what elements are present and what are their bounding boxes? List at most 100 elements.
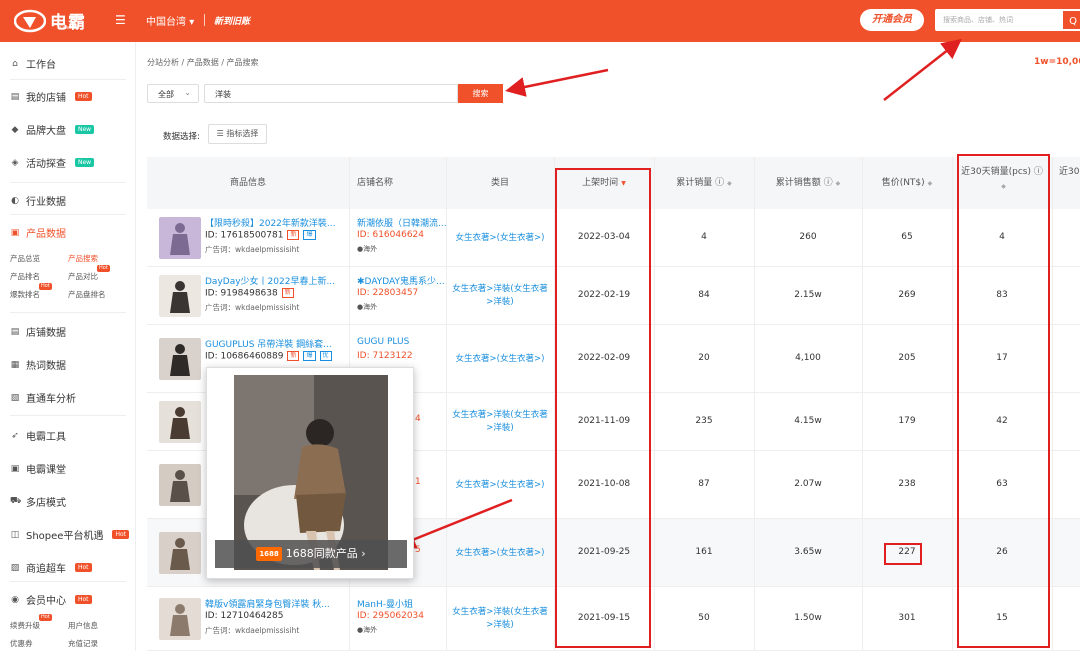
column-divider bbox=[862, 157, 863, 651]
sidebar-subitem-badge: Hot bbox=[39, 283, 52, 290]
store-name-link[interactable]: 新潮依服（日韓潮流... bbox=[357, 216, 447, 229]
region-select[interactable]: 中国台湾 ▾ bbox=[146, 13, 194, 28]
sidebar-item-11[interactable]: ⛟ 多店模式 bbox=[10, 494, 66, 509]
rocket-icon: ➶ bbox=[11, 430, 19, 441]
sidebar-item-14[interactable]: ◉ 会员中心 Hot bbox=[10, 592, 92, 607]
sort-icon[interactable]: ◆ bbox=[928, 180, 933, 187]
product-name-link[interactable]: DayDay少女丨2022早春上新... bbox=[205, 274, 337, 287]
product-thumbnail[interactable] bbox=[159, 217, 201, 259]
header-category: 类目 bbox=[490, 178, 509, 188]
category-link[interactable]: 女生衣著>(女生衣著>) bbox=[450, 353, 550, 366]
category-link[interactable]: 女生衣著>洋裝(女生衣著>洋裝) bbox=[450, 409, 550, 435]
store-name-link[interactable]: ManH-曼小姐 bbox=[357, 597, 447, 610]
class-icon: ▣ bbox=[10, 463, 20, 474]
metric-select-button[interactable]: ☰ 指标选择 bbox=[208, 124, 267, 144]
header-total-revenue[interactable]: 累计销售额 ⓘ ◆ bbox=[754, 157, 862, 209]
sidebar-item-10[interactable]: ▣ 电霸课堂 bbox=[10, 461, 66, 477]
category-link[interactable]: 女生衣著>(女生衣著>) bbox=[450, 547, 550, 560]
sidebar-item-8[interactable]: ▧ 直通车分析 bbox=[10, 390, 76, 406]
search-button[interactable]: 搜索 bbox=[458, 84, 503, 103]
shop-data-icon: ▤ bbox=[10, 326, 20, 337]
sidebar-item-0[interactable]: ⌂ 工作台 bbox=[10, 56, 56, 72]
sidebar-subitem[interactable]: 产品排名 bbox=[10, 271, 40, 282]
product-name-link[interactable]: GUGUPLUS 吊帶洋裝 鋼絲套... bbox=[205, 337, 337, 350]
sort-icon[interactable]: ◆ bbox=[836, 180, 841, 187]
highlight-listed-column bbox=[555, 168, 651, 648]
sidebar-subitem[interactable]: 产品总览 bbox=[10, 253, 40, 264]
category-select[interactable]: 全部 ⌄ bbox=[147, 84, 199, 103]
sidebar-subitem[interactable]: 产品搜索 bbox=[68, 253, 98, 264]
sidebar-item-label: 行业数据 bbox=[26, 197, 66, 208]
sidebar-subitem[interactable]: 充值记录 bbox=[68, 638, 98, 649]
category-link[interactable]: 女生衣著>洋裝(女生衣著>洋裝) bbox=[450, 606, 550, 632]
total-sales: 161 bbox=[695, 547, 713, 557]
total-sales: 84 bbox=[698, 290, 710, 300]
store-id: ID: 7123122 bbox=[357, 351, 413, 361]
unit-note: 1w=10,000 bbox=[1034, 57, 1080, 67]
sidebar-badge: New bbox=[75, 158, 95, 167]
total-sales: 20 bbox=[698, 353, 710, 363]
sidebar-item-3[interactable]: ◈ 活动探查 New bbox=[10, 155, 95, 170]
shopee-icon: ◫ bbox=[10, 529, 20, 540]
sidebar-item-13[interactable]: ▨ 商追超车 Hot bbox=[10, 560, 92, 575]
category-link[interactable]: 女生衣著>(女生衣著>) bbox=[450, 232, 550, 245]
sidebar-item-7[interactable]: ▦ 热词数据 bbox=[10, 357, 66, 373]
sidebar-item-label: 直通车分析 bbox=[26, 394, 76, 405]
product-thumbnail[interactable] bbox=[159, 401, 201, 443]
sidebar-badge: New bbox=[75, 125, 95, 134]
divider bbox=[204, 14, 205, 26]
total-revenue: 1.50w bbox=[794, 613, 822, 623]
category-link[interactable]: 女生衣著>(女生衣著>) bbox=[450, 479, 550, 492]
product-name-link[interactable]: 韓版v領露肩緊身包臀洋裝 秋... bbox=[205, 597, 337, 610]
sidebar-subitem[interactable]: 续费升级 bbox=[10, 620, 40, 631]
sidebar-item-6[interactable]: ▤ 店铺数据 bbox=[10, 324, 66, 340]
product-thumbnail[interactable] bbox=[159, 338, 201, 380]
vip-button[interactable]: 开通会员 bbox=[860, 9, 924, 31]
product-tag: 新 bbox=[287, 351, 300, 361]
ad-icon: ▧ bbox=[10, 392, 20, 403]
sidebar-item-1[interactable]: ▤ 我的店铺 Hot bbox=[10, 89, 92, 104]
product-id-text: ID: 17618500781 bbox=[205, 230, 284, 241]
sidebar-item-label: 电霸课堂 bbox=[26, 465, 66, 476]
search-input[interactable]: 洋装 bbox=[204, 84, 458, 103]
global-search[interactable]: 搜索商品、店铺、热词 Q bbox=[935, 9, 1080, 31]
search-icon[interactable]: Q bbox=[1061, 9, 1080, 31]
product-thumbnail[interactable] bbox=[159, 598, 201, 640]
product-tag: 爆 bbox=[303, 351, 316, 361]
product-thumbnail[interactable] bbox=[159, 275, 201, 317]
category-link[interactable]: 女生衣著>洋裝(女生衣著>洋裝) bbox=[450, 283, 550, 309]
product-id-text: ID: 10686460889 bbox=[205, 351, 284, 362]
column-divider bbox=[1052, 157, 1053, 651]
sidebar-item-4[interactable]: ◐ 行业数据 bbox=[10, 193, 66, 209]
store-location: ●海外 bbox=[357, 303, 378, 311]
sidebar-item-9[interactable]: ➶ 电霸工具 bbox=[10, 428, 66, 444]
sidebar-subitem[interactable]: 产品盘排名 bbox=[68, 289, 106, 300]
product-name-link[interactable]: 【限時秒殺】2022年新款洋裝... bbox=[205, 216, 337, 229]
similar-product-bar[interactable]: 1688 1688同款产品 › bbox=[215, 540, 407, 568]
header-total-revenue-label: 累计销售额 bbox=[775, 178, 821, 188]
product-thumbnail[interactable] bbox=[159, 464, 201, 506]
sort-icon[interactable]: ◆ bbox=[727, 180, 732, 187]
header-price[interactable]: 售价(NT$) ◆ bbox=[862, 157, 952, 209]
sidebar-item-2[interactable]: ◆ 品牌大盘 New bbox=[10, 122, 95, 137]
sidebar-subitem[interactable]: 产品对比 bbox=[68, 271, 98, 282]
column-divider bbox=[952, 157, 953, 651]
similar-product-popup[interactable]: 1688 1688同款产品 › bbox=[206, 367, 414, 579]
global-search-input[interactable]: 搜索商品、店铺、热词 bbox=[943, 15, 1013, 25]
member-icon: ◉ bbox=[11, 594, 19, 605]
column-divider bbox=[754, 157, 755, 651]
sidebar-subitem[interactable]: 用户信息 bbox=[68, 620, 98, 631]
product-thumbnail[interactable] bbox=[159, 532, 201, 574]
sidebar-subitem[interactable]: 爆款排名 bbox=[10, 289, 40, 300]
sidebar-item-label: 工作台 bbox=[26, 60, 56, 71]
header-total-sales[interactable]: 累计销量 ⓘ ◆ bbox=[654, 157, 754, 209]
store-name-link[interactable]: GUGU PLUS bbox=[357, 337, 447, 347]
sidebar-subitem[interactable]: 优惠券 bbox=[10, 638, 33, 649]
total-sales: 87 bbox=[698, 479, 710, 489]
sidebar-subitem-badge: Hot bbox=[97, 265, 110, 272]
store-name-link[interactable]: ✱DAYDAY鬼馬系少... bbox=[357, 274, 447, 287]
region-label: 中国台湾 bbox=[146, 17, 186, 28]
sidebar-item-12[interactable]: ◫ Shopee平台机遇 Hot bbox=[10, 527, 130, 542]
menu-icon[interactable]: ☰ bbox=[115, 13, 126, 27]
sidebar-item-5[interactable]: ▣ 产品数据 bbox=[10, 225, 66, 241]
